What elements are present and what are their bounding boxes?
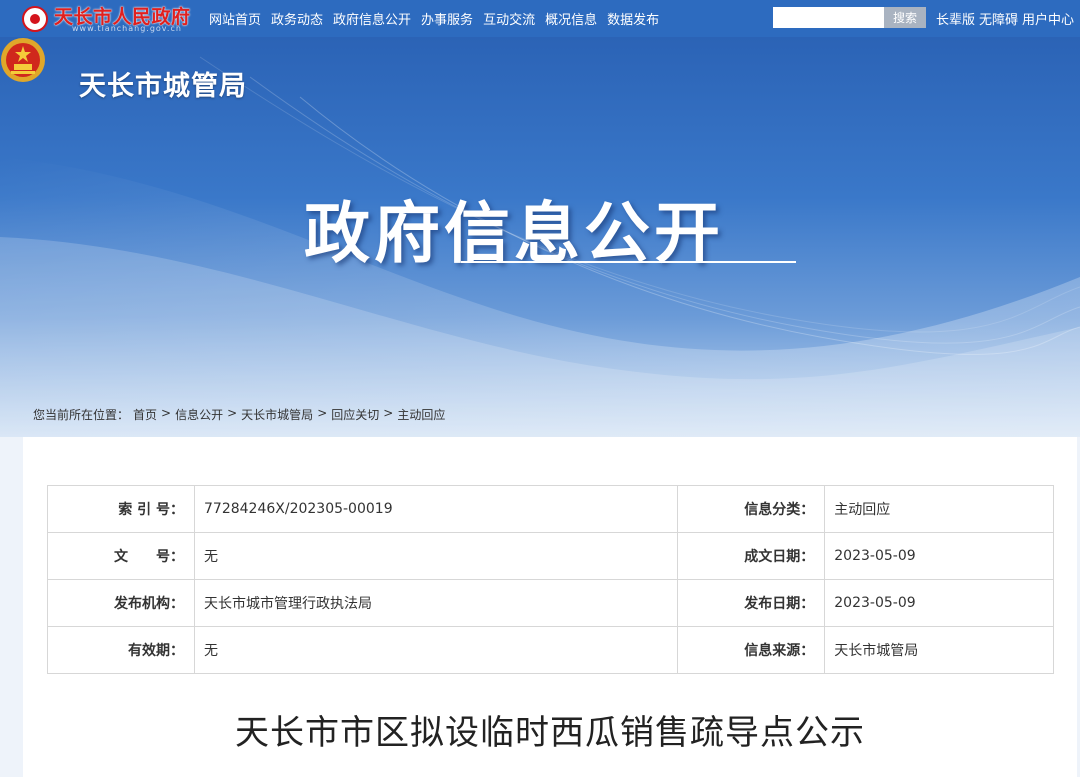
source-label: 信息来源： bbox=[677, 626, 826, 674]
content-panel: 索 引 号： 77284246X/202305-00019 信息分类： 主动回应… bbox=[23, 437, 1077, 777]
nav-item-home[interactable]: 网站首页 bbox=[209, 9, 261, 28]
site-logo-url: www.tianchang.gov.cn bbox=[72, 24, 182, 33]
published-date-value: 2023-05-09 bbox=[824, 579, 1054, 627]
site-logo[interactable]: 天长市人民政府 www.tianchang.gov.cn bbox=[22, 2, 202, 35]
top-bar: 天长市人民政府 www.tianchang.gov.cn 网站首页 政务动态 政… bbox=[0, 0, 1080, 37]
logo-badge-icon bbox=[22, 6, 48, 32]
nav-item-interaction[interactable]: 互动交流 bbox=[483, 9, 535, 28]
breadcrumb-separator: > bbox=[317, 406, 328, 420]
search-button[interactable]: 搜索 bbox=[884, 7, 926, 28]
search-input[interactable] bbox=[773, 7, 884, 28]
nav-item-news[interactable]: 政务动态 bbox=[271, 9, 323, 28]
department-name: 天长市城管局 bbox=[79, 71, 247, 102]
breadcrumb-home[interactable]: 首页 bbox=[133, 406, 157, 423]
validity-label: 有效期： bbox=[47, 626, 195, 674]
breadcrumb-response[interactable]: 回应关切 bbox=[331, 406, 379, 423]
elder-mode-link[interactable]: 长辈版 bbox=[936, 9, 975, 28]
breadcrumb-separator: > bbox=[161, 406, 172, 420]
breadcrumb: 您当前所在位置： 首页 > 信息公开 > 天长市城管局 > 回应关切 > 主动回… bbox=[33, 406, 445, 423]
table-row: 文 号： 无 成文日期： 2023-05-09 bbox=[47, 532, 1054, 580]
publisher-label: 发布机构： bbox=[47, 579, 195, 627]
breadcrumb-prefix: 您当前所在位置： bbox=[33, 408, 130, 422]
created-date-label: 成文日期： bbox=[677, 532, 826, 580]
banner-title-underline bbox=[461, 261, 796, 263]
table-row: 发布机构： 天长市城市管理行政执法局 发布日期： 2023-05-09 bbox=[47, 579, 1054, 627]
doc-no-value: 无 bbox=[193, 532, 679, 580]
index-no-value: 77284246X/202305-00019 bbox=[193, 485, 679, 533]
accessibility-link[interactable]: 无障碍 bbox=[979, 9, 1018, 28]
banner: 天长市城管局 政府信息公开 您当前所在位置： 首页 > 信息公开 > 天长市城管… bbox=[0, 37, 1080, 437]
breadcrumb-separator: > bbox=[227, 406, 238, 420]
table-row: 有效期： 无 信息来源： 天长市城管局 bbox=[47, 626, 1054, 674]
validity-value: 无 bbox=[193, 626, 679, 674]
article-title: 天长市市区拟设临时西瓜销售疏导点公示 bbox=[235, 713, 865, 753]
metadata-table: 索 引 号： 77284246X/202305-00019 信息分类： 主动回应… bbox=[47, 485, 1054, 674]
user-center-link[interactable]: 用户中心 bbox=[1022, 9, 1074, 28]
category-label: 信息分类： bbox=[677, 485, 826, 533]
doc-no-label: 文 号： bbox=[47, 532, 195, 580]
breadcrumb-active-response[interactable]: 主动回应 bbox=[397, 406, 445, 423]
nav-item-services[interactable]: 办事服务 bbox=[421, 9, 473, 28]
created-date-value: 2023-05-09 bbox=[824, 532, 1054, 580]
breadcrumb-info-disclosure[interactable]: 信息公开 bbox=[175, 406, 223, 423]
table-row: 索 引 号： 77284246X/202305-00019 信息分类： 主动回应 bbox=[47, 485, 1054, 533]
breadcrumb-separator: > bbox=[383, 406, 394, 420]
nav-item-data[interactable]: 数据发布 bbox=[607, 9, 659, 28]
published-date-label: 发布日期： bbox=[677, 579, 826, 627]
category-value: 主动回应 bbox=[824, 485, 1054, 533]
publisher-value: 天长市城市管理行政执法局 bbox=[193, 579, 679, 627]
nav-item-overview[interactable]: 概况信息 bbox=[545, 9, 597, 28]
main-nav: 网站首页 政务动态 政府信息公开 办事服务 互动交流 概况信息 数据发布 bbox=[209, 0, 659, 37]
top-links: 长辈版 无障碍 用户中心 bbox=[936, 0, 1074, 37]
breadcrumb-department[interactable]: 天长市城管局 bbox=[241, 406, 313, 423]
source-value: 天长市城管局 bbox=[824, 626, 1054, 674]
index-no-label: 索 引 号： bbox=[47, 485, 195, 533]
national-emblem-icon bbox=[1, 38, 45, 82]
nav-item-info-disclosure[interactable]: 政府信息公开 bbox=[333, 9, 411, 28]
